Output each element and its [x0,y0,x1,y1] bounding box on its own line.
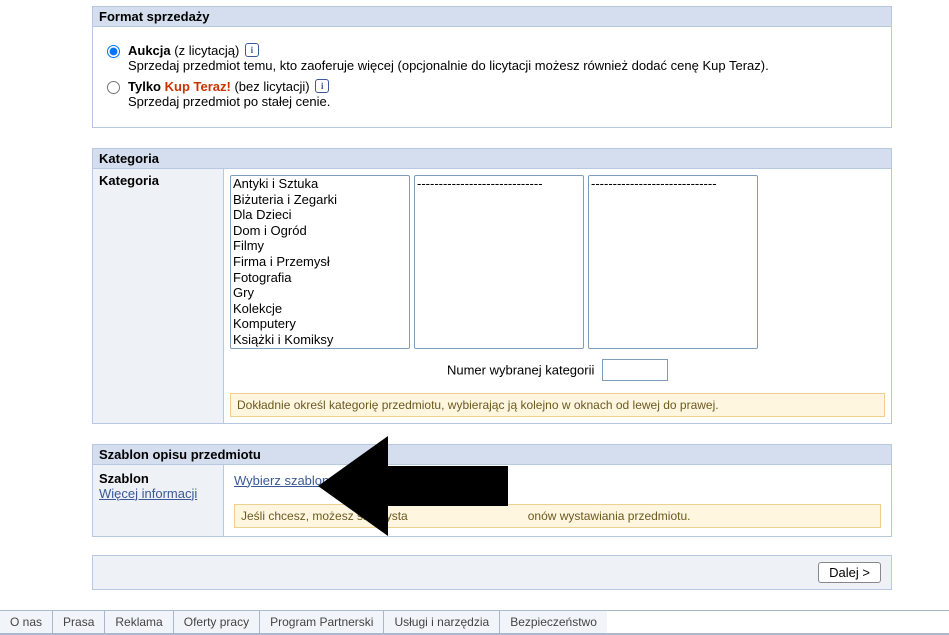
category-number-label: Numer wybranej kategorii [447,362,594,377]
category-selects: Antyki i SztukaBiżuteria i ZegarkiDla Dz… [230,175,885,349]
category-option[interactable]: Kolekcje [231,301,409,317]
format-option-buynow[interactable]: Tylko Kup Teraz! (bez licytacji) i Sprze… [107,79,877,109]
format-option-auction[interactable]: Aukcja (z licytacją) i Sprzedaj przedmio… [107,43,877,73]
form-wrapper: Format sprzedaży Aukcja (z licytacją) i … [92,0,892,590]
template-label: Szablon [99,471,217,486]
category-option[interactable]: Gry [231,285,409,301]
category-select-3[interactable]: ----------------------------- [588,175,758,349]
footer-tab[interactable]: Oferty pracy [174,611,260,633]
auction-desc: Sprzedaj przedmiot temu, kto zaoferuje w… [128,58,769,73]
button-bar: Dalej > [92,555,892,590]
category-number-row: Numer wybranej kategorii [230,349,885,387]
category-heading: Kategoria [92,148,892,169]
template-heading: Szablon opisu przedmiotu [92,444,892,465]
auction-parens: (z licytacją) [174,43,239,58]
buynow-label: Tylko [128,79,165,94]
footer-tab[interactable]: Program Partnerski [260,611,384,633]
category-select-1[interactable]: Antyki i SztukaBiżuteria i ZegarkiDla Dz… [230,175,410,349]
next-button[interactable]: Dalej > [818,562,881,583]
category-option[interactable]: Firma i Przemysł [231,254,409,270]
category-option[interactable]: Dom i Ogród [231,223,409,239]
format-body: Aukcja (z licytacją) i Sprzedaj przedmio… [92,27,892,128]
template-choose-link[interactable]: Wybierz szablon > [234,473,340,488]
footer-tab[interactable]: Usługi i narzędzia [384,611,500,633]
template-section: Szablon Więcej informacji Wybierz szablo… [92,465,892,537]
footer-tab[interactable]: Reklama [105,611,173,633]
template-hint: Jeśli chcesz, możesz skorzystaonów wysta… [234,504,881,528]
format-heading: Format sprzedaży [92,6,892,27]
footer-tab[interactable]: Bezpieczeństwo [500,611,607,633]
category-number-input[interactable] [602,359,668,381]
category-option[interactable]: Książki i Komiksy [231,332,409,348]
auction-label: Aukcja [128,43,171,58]
category-option[interactable]: Antyki i Sztuka [231,176,409,192]
cat3-placeholder: ----------------------------- [589,176,757,192]
buynow-desc: Sprzedaj przedmiot po stałej cenie. [128,94,330,109]
category-label: Kategoria [93,169,224,423]
format-radio-buynow[interactable] [107,81,120,94]
kup-teraz-text: Kup Teraz! [165,79,231,94]
category-select-2[interactable]: ----------------------------- [414,175,584,349]
footer-tab[interactable]: O nas [0,611,53,633]
buynow-parens: (bez licytacji) [234,79,309,94]
footer-tabs: O nasPrasaReklamaOferty pracyProgram Par… [0,610,949,635]
category-option[interactable]: Biżuteria i Zegarki [231,192,409,208]
format-radio-auction[interactable] [107,45,120,58]
category-hint: Dokładnie określ kategorię przedmiotu, w… [230,393,885,417]
category-option[interactable]: Dla Dzieci [231,207,409,223]
info-icon[interactable]: i [315,79,329,93]
info-icon[interactable]: i [245,43,259,57]
cat2-placeholder: ----------------------------- [415,176,583,192]
category-option[interactable]: Fotografia [231,270,409,286]
category-option[interactable]: Komputery [231,316,409,332]
category-option[interactable]: Filmy [231,238,409,254]
category-section: Kategoria Antyki i SztukaBiżuteria i Zeg… [92,169,892,424]
template-more-link[interactable]: Więcej informacji [99,486,197,501]
footer-tab[interactable]: Prasa [53,611,105,633]
